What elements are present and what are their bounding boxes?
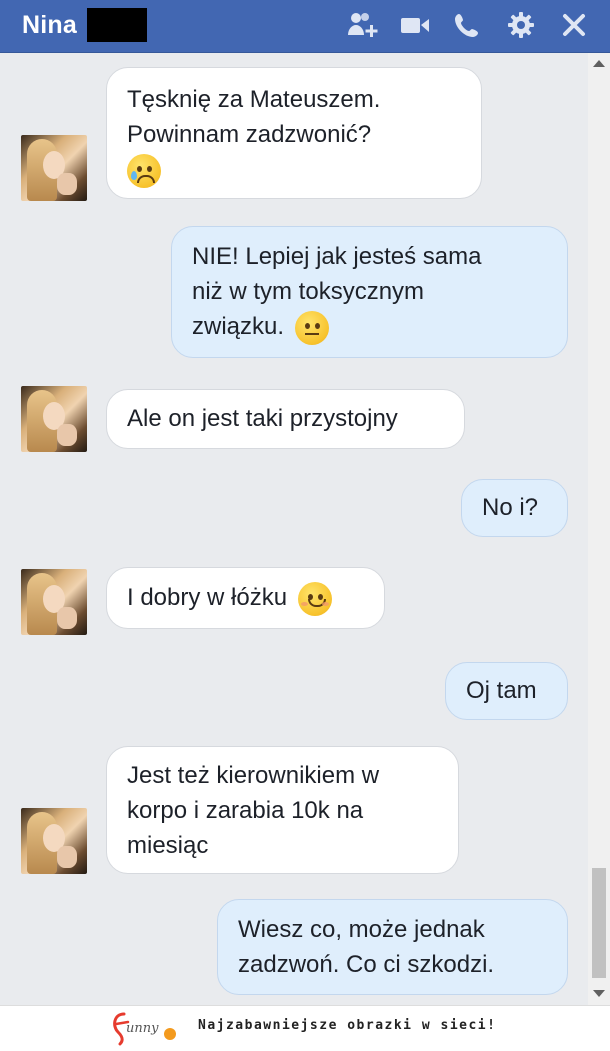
redacted-surname-bar <box>87 8 147 42</box>
chat-window: Nina Tęsknię za Mateuszem. Powinnam zadz… <box>0 0 610 1005</box>
scrollbar-track[interactable] <box>588 53 610 1005</box>
outgoing-message-bubble: Wiesz co, może jednak zadzwoń. Co ci szk… <box>217 899 568 995</box>
scroll-up-arrow-icon[interactable] <box>593 60 605 67</box>
incoming-message-bubble: Jest też kierownikiem w korpo i zarabia … <box>106 746 459 874</box>
contact-name[interactable]: Nina <box>22 8 77 42</box>
watermark-footer: unny Najzabawniejsze obrazki w sieci! <box>0 1005 610 1051</box>
cover-patch <box>168 158 386 195</box>
video-call-icon[interactable] <box>398 10 432 40</box>
message-line: Powinnam zadzwonić? <box>127 121 372 148</box>
svg-text:unny: unny <box>126 1021 159 1036</box>
message-line: I dobry w łóżku <box>127 584 288 611</box>
avatar[interactable] <box>21 386 87 452</box>
scrollbar-thumb[interactable] <box>592 868 606 978</box>
incoming-message-bubble: I dobry w łóżku <box>106 567 385 629</box>
message-line: miesiąc <box>127 832 209 859</box>
chat-header: Nina <box>0 0 610 53</box>
message-line: związku. <box>192 313 285 340</box>
scroll-down-arrow-icon[interactable] <box>593 990 605 997</box>
smiling-blush-emoji <box>297 581 332 616</box>
avatar[interactable] <box>21 808 87 874</box>
outgoing-message-bubble: NIE! Lepiej jak jesteś sama niż w tym to… <box>171 226 568 358</box>
incoming-message-bubble: Ale on jest taki przystojny <box>106 389 465 449</box>
crying-face-emoji <box>127 153 161 188</box>
unamused-face-emoji <box>294 310 329 345</box>
outgoing-message-bubble: No i? <box>461 479 568 537</box>
message-line: niż w tym toksycznym <box>192 278 425 305</box>
message-line: Tęsknię za Mateuszem. <box>127 86 381 113</box>
phone-icon[interactable] <box>450 10 484 40</box>
message-line: No i? <box>482 494 539 521</box>
message-line: Wiesz co, może jednak <box>238 916 485 943</box>
message-line: NIE! Lepiej jak jesteś sama <box>192 243 482 270</box>
message-thread[interactable]: Tęsknię za Mateuszem. Powinnam zadzwonić… <box>0 53 588 1005</box>
footer-slogan: Najzabawniejsze obrazki w sieci! <box>198 1018 497 1033</box>
avatar[interactable] <box>21 569 87 635</box>
gear-icon[interactable] <box>504 10 538 40</box>
funny-logo: unny <box>110 1010 180 1046</box>
outgoing-message-bubble: Oj tam <box>445 662 568 720</box>
message-line: korpo i zarabia 10k na <box>127 797 364 824</box>
avatar[interactable] <box>21 135 87 201</box>
message-line: Jest też kierownikiem w <box>127 762 380 789</box>
message-line: Oj tam <box>466 677 537 704</box>
message-line: zadzwoń. Co ci szkodzi. <box>238 951 495 978</box>
add-friend-icon[interactable] <box>346 10 380 40</box>
message-line: Ale on jest taki przystojny <box>127 405 398 432</box>
close-icon[interactable] <box>557 10 591 40</box>
